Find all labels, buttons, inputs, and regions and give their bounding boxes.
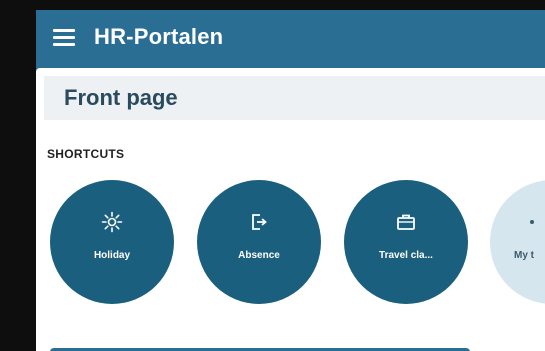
briefcase-icon [344,210,468,234]
shortcut-label: Holiday [93,250,131,261]
exit-door-icon [197,210,321,234]
app-title: HR-Portalen [94,24,224,49]
shortcut-travel-claim-button[interactable]: Travel cla... [344,180,468,304]
shortcut-absence-button[interactable]: Absence [197,180,321,304]
sun-icon [50,210,174,234]
shortcut-my-button[interactable]: My t [490,180,545,304]
partial-icon [490,210,545,234]
shortcuts-section-label: SHORTCUTS [47,147,125,161]
screen-bezel-top [0,0,545,10]
page-title-bar: Front page [44,76,545,120]
page-title: Front page [64,85,178,110]
shortcut-label: Absence [238,250,280,261]
hamburger-menu-icon[interactable] [53,29,75,47]
app-header: HR-Portalen [36,10,545,68]
shortcut-label: Travel cla... [379,250,433,261]
shortcut-label: My t [514,250,534,261]
screen-bezel-left [0,0,36,351]
shortcut-holiday-button[interactable]: Holiday [50,180,174,304]
app-window: HR-Portalen Front page SHORTCUTS Holiday… [36,10,545,351]
main-content: Front page SHORTCUTS Holiday Absence Tra… [36,68,545,351]
